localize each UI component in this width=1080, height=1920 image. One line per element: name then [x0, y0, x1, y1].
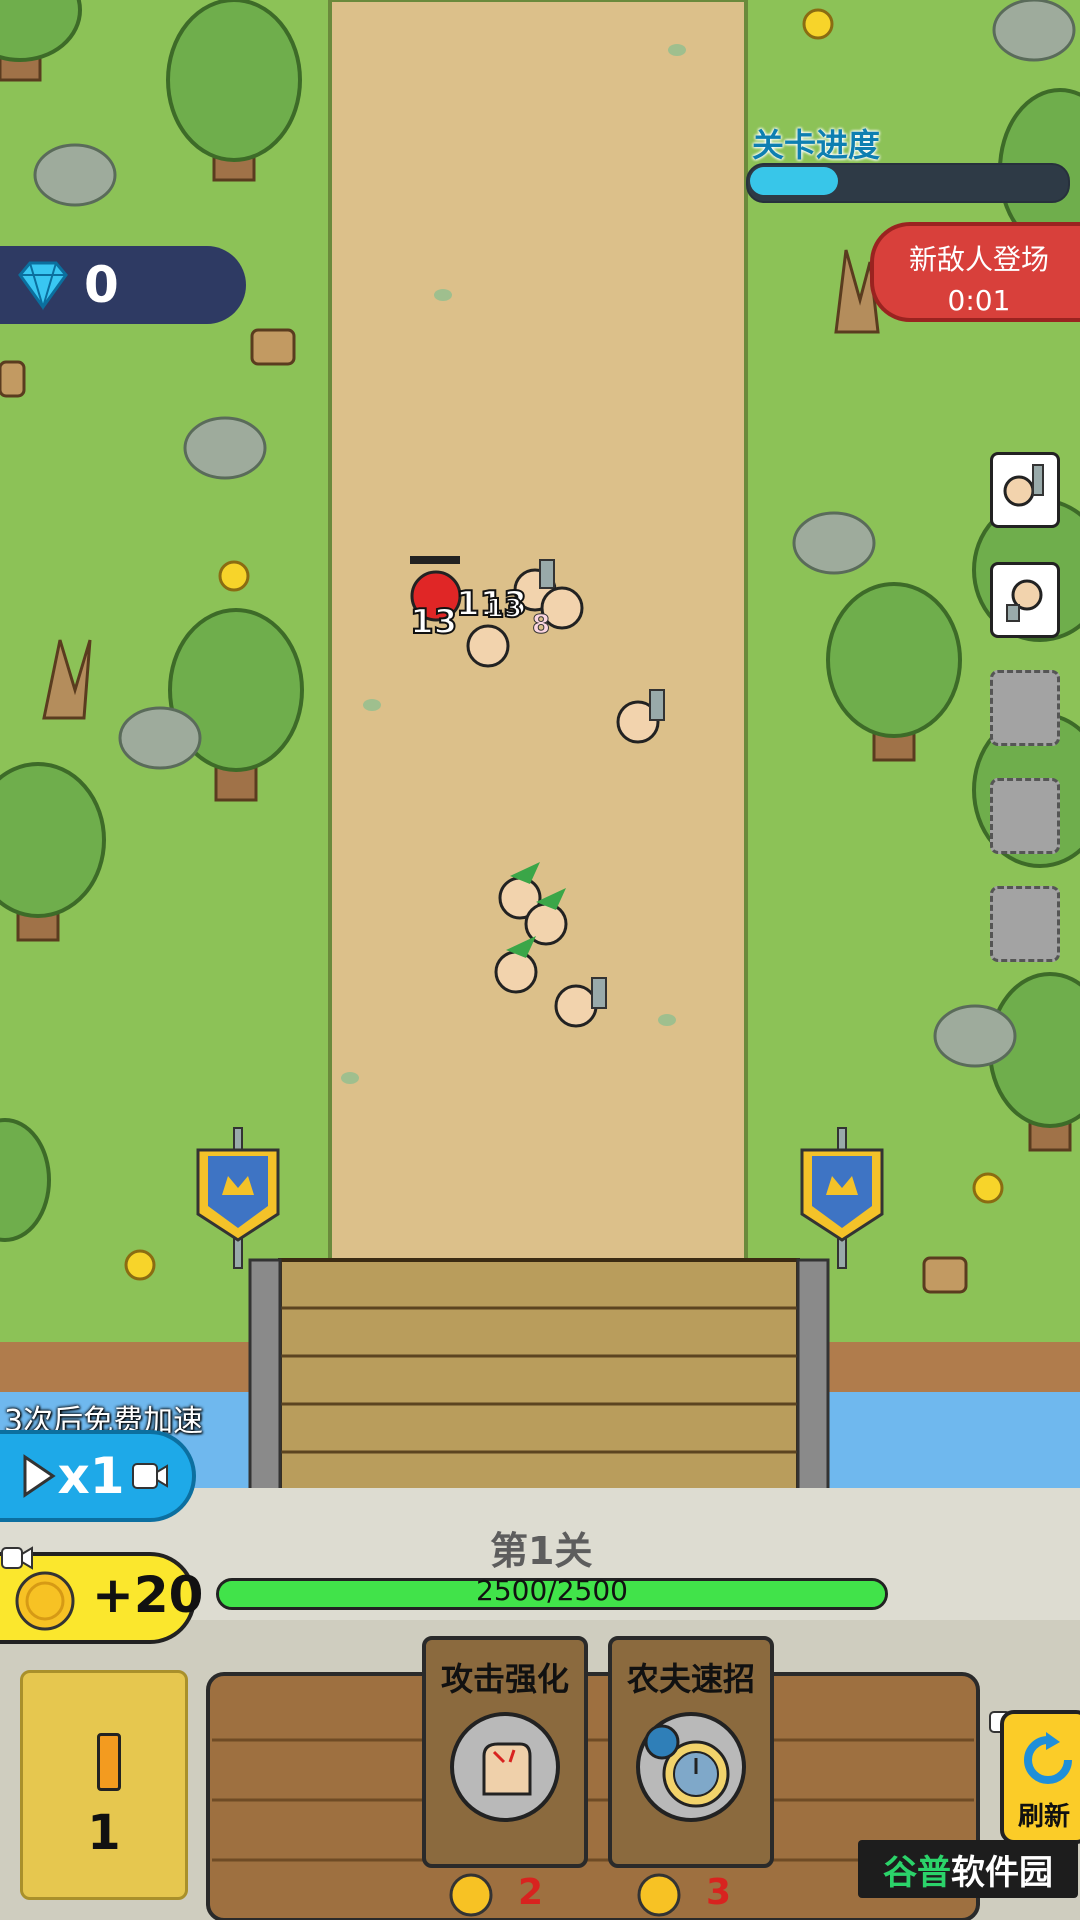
- castle-hp-text: 2500/2500: [476, 1574, 628, 1607]
- refresh-button[interactable]: 刷新: [1000, 1710, 1080, 1844]
- coin-icon: [449, 1873, 493, 1917]
- coin-icon: [637, 1873, 681, 1917]
- archer-unit: [494, 936, 538, 994]
- farmer-unit: [466, 624, 510, 668]
- gem-counter: 0: [0, 246, 246, 324]
- card-title: 攻击强化: [440, 1660, 569, 1698]
- new-enemy-countdown: 0:01: [947, 284, 1011, 317]
- unit-slot-2[interactable]: [990, 562, 1060, 638]
- gem-count: 0: [84, 256, 119, 314]
- level-label: 第1关: [490, 1529, 593, 1573]
- deck-marker-icon: [97, 1733, 121, 1791]
- card-title: 农夫速招: [626, 1660, 755, 1698]
- farmer-unit: [616, 689, 665, 744]
- speed-label: x1: [57, 1447, 125, 1505]
- unit-slot-4[interactable]: [990, 778, 1060, 854]
- damage-number: 8: [531, 610, 551, 641]
- fist-icon: [482, 1742, 532, 1796]
- level-progress-bar: [746, 163, 1070, 203]
- refresh-icon: [1024, 1732, 1072, 1784]
- coin-icon: [15, 1571, 75, 1631]
- new-enemy-label: 新敌人登场: [908, 243, 1049, 276]
- play-icon: [23, 1454, 57, 1498]
- coin-bonus-button[interactable]: +20: [0, 1546, 203, 1644]
- speed-button[interactable]: x1: [0, 1430, 196, 1522]
- coin-bonus-label: +20: [92, 1566, 204, 1624]
- unit-slot-1[interactable]: [990, 452, 1060, 528]
- deck-pile[interactable]: 1: [20, 1670, 188, 1900]
- level-progress-label: 关卡进度: [752, 126, 881, 164]
- card-farmer-quick-recruit[interactable]: 农夫速招: [608, 1636, 774, 1868]
- unit-slot-3[interactable]: [990, 670, 1060, 746]
- damage-number: 13: [409, 601, 458, 643]
- deck-count: 1: [87, 1805, 121, 1861]
- diamond-icon: [18, 261, 68, 311]
- unit-slot-5[interactable]: [990, 886, 1060, 962]
- refresh-label: 刷新: [1018, 1802, 1071, 1832]
- card-cost: 3: [706, 1872, 732, 1913]
- card-cost: 2: [518, 1872, 544, 1913]
- new-enemy-timer: 新敌人登场 0:01: [870, 222, 1080, 322]
- damage-number: 13: [485, 593, 523, 625]
- video-ad-icon: [131, 1463, 168, 1489]
- farmer-shovel-icon: [1006, 579, 1043, 622]
- stopwatch-icon: [644, 1724, 730, 1808]
- card-attack-boost[interactable]: 攻击强化: [422, 1636, 588, 1868]
- level-progress-fill: [750, 167, 839, 195]
- watermark-logo: 谷普 软件园: [858, 1840, 1078, 1898]
- farmer-unit: [554, 977, 607, 1028]
- farmer-pitchfork-icon: [1003, 464, 1044, 507]
